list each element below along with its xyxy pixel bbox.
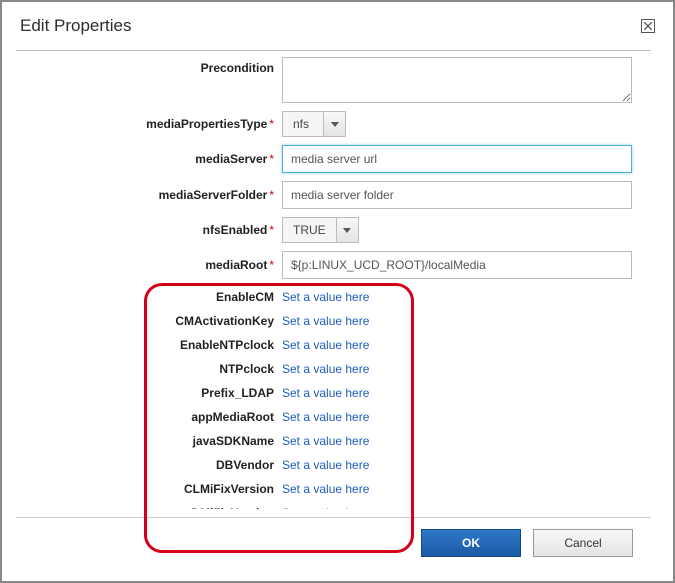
label-precondition: Precondition [22, 57, 282, 75]
label-mediaRoot: mediaRoot* [22, 258, 282, 272]
property-row-DMiFixVersion: DMiFixVersionSet a value here [22, 503, 645, 509]
form-scroll-area[interactable]: Precondition mediaPropertiesType* nfs [16, 51, 651, 509]
label-EnableCM: EnableCM [22, 290, 282, 304]
label-javaSDKName: javaSDKName [22, 434, 282, 448]
property-row-EnableCM: EnableCMSet a value here [22, 287, 645, 307]
label-DMiFixVersion: DMiFixVersion [22, 506, 282, 509]
mediaPropertiesType-select[interactable]: nfs [282, 111, 346, 137]
nfsEnabled-select[interactable]: TRUE [282, 217, 359, 243]
mediaServer-input[interactable] [282, 145, 632, 173]
label-mediaServerFolder: mediaServerFolder* [22, 188, 282, 202]
chevron-down-icon[interactable] [323, 112, 345, 136]
label-EnableNTPclock: EnableNTPclock [22, 338, 282, 352]
mediaServerFolder-input[interactable] [282, 181, 632, 209]
label-mediaPropertiesType: mediaPropertiesType* [22, 117, 282, 131]
label-nfsEnabled: nfsEnabled* [22, 223, 282, 237]
mediaRoot-input[interactable] [282, 251, 632, 279]
set-value-link-EnableCM[interactable]: Set a value here [282, 290, 369, 304]
set-value-link-appMediaRoot[interactable]: Set a value here [282, 410, 369, 424]
label-NTPclock: NTPclock [22, 362, 282, 376]
dialog-title: Edit Properties [20, 16, 132, 36]
property-row-DBVendor: DBVendorSet a value here [22, 455, 645, 475]
label-CMActivationKey: CMActivationKey [22, 314, 282, 328]
ok-button[interactable]: OK [421, 529, 521, 557]
label-Prefix_LDAP: Prefix_LDAP [22, 386, 282, 400]
set-value-link-DMiFixVersion[interactable]: Set a value here [282, 506, 369, 509]
property-row-appMediaRoot: appMediaRootSet a value here [22, 407, 645, 427]
dialog-frame: Edit Properties Precondition mediaProper… [0, 0, 675, 583]
set-value-link-NTPclock[interactable]: Set a value here [282, 362, 369, 376]
unset-fields-group: EnableCMSet a value hereCMActivationKeyS… [22, 287, 645, 509]
set-value-link-DBVendor[interactable]: Set a value here [282, 458, 369, 472]
property-row-NTPclock: NTPclockSet a value here [22, 359, 645, 379]
chevron-down-icon[interactable] [336, 218, 358, 242]
label-appMediaRoot: appMediaRoot [22, 410, 282, 424]
property-row-EnableNTPclock: EnableNTPclockSet a value here [22, 335, 645, 355]
dialog-footer: OK Cancel [16, 517, 651, 567]
close-icon[interactable] [641, 19, 655, 33]
set-value-link-Prefix_LDAP[interactable]: Set a value here [282, 386, 369, 400]
label-mediaServer: mediaServer* [22, 152, 282, 166]
property-row-CMActivationKey: CMActivationKeySet a value here [22, 311, 645, 331]
label-CLMiFixVersion: CLMiFixVersion [22, 482, 282, 496]
property-row-CLMiFixVersion: CLMiFixVersionSet a value here [22, 479, 645, 499]
dialog-header: Edit Properties [2, 2, 673, 46]
set-value-link-CLMiFixVersion[interactable]: Set a value here [282, 482, 369, 496]
precondition-textarea[interactable] [282, 57, 632, 103]
cancel-button[interactable]: Cancel [533, 529, 633, 557]
label-DBVendor: DBVendor [22, 458, 282, 472]
property-row-javaSDKName: javaSDKNameSet a value here [22, 431, 645, 451]
property-row-Prefix_LDAP: Prefix_LDAPSet a value here [22, 383, 645, 403]
set-value-link-javaSDKName[interactable]: Set a value here [282, 434, 369, 448]
set-value-link-CMActivationKey[interactable]: Set a value here [282, 314, 369, 328]
set-value-link-EnableNTPclock[interactable]: Set a value here [282, 338, 369, 352]
content-wrap: Precondition mediaPropertiesType* nfs [16, 50, 651, 567]
